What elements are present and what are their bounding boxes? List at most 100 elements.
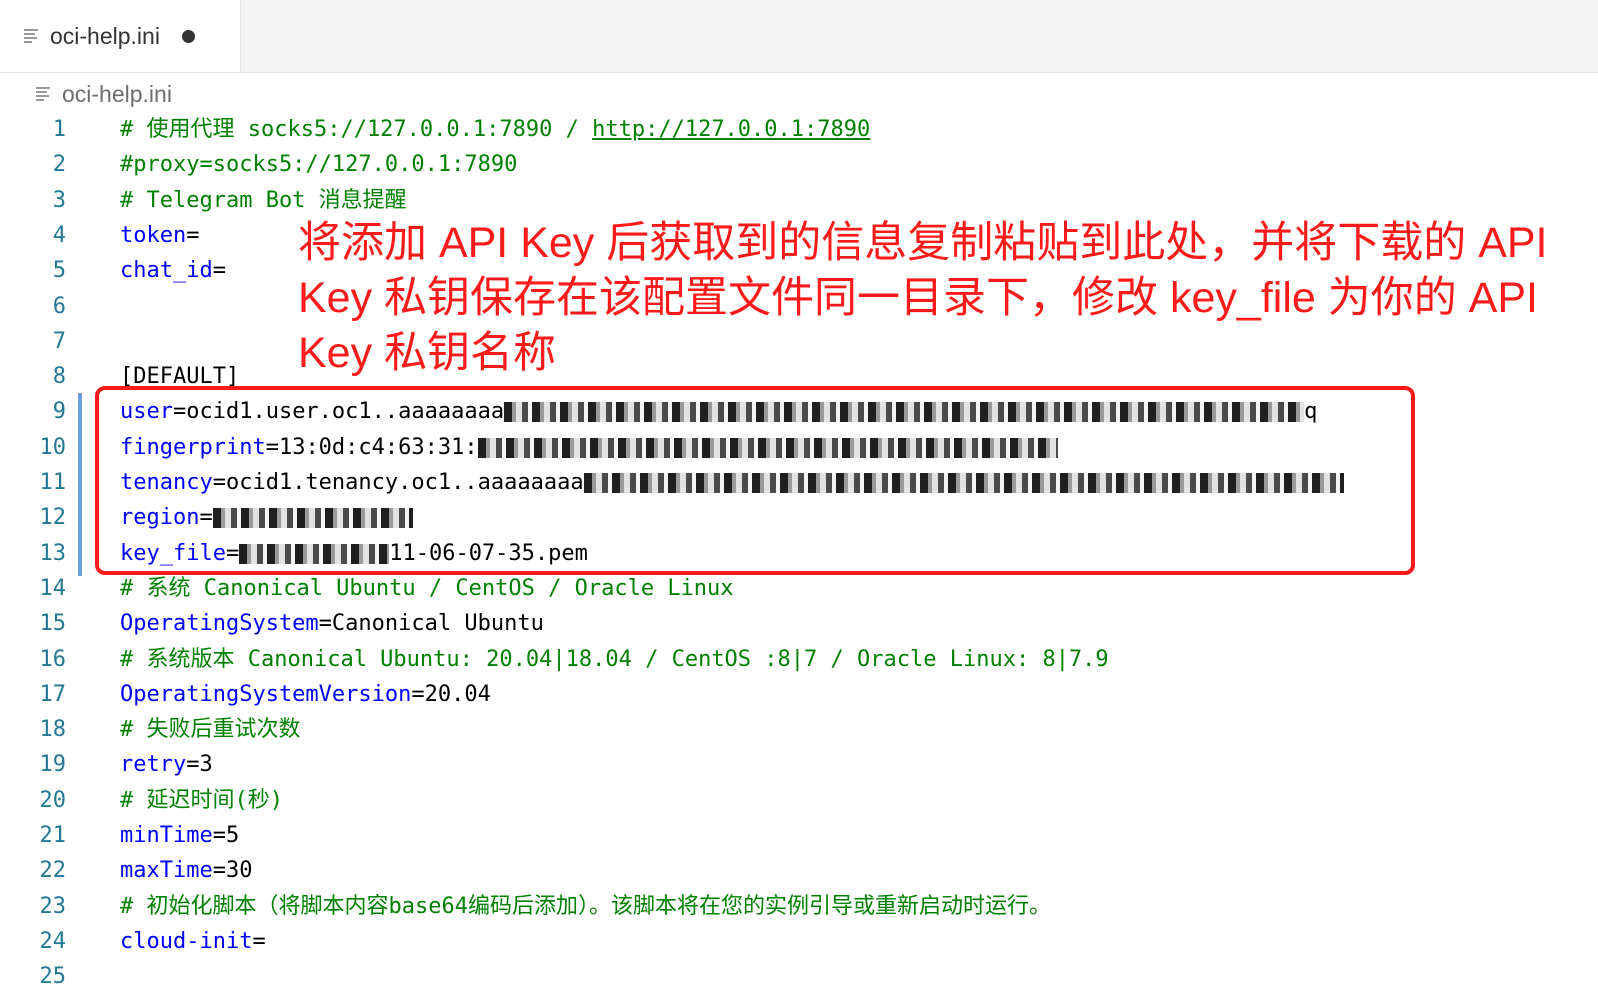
line-number: 21 [39, 823, 67, 848]
code-line[interactable]: 23 # 初始化脚本（将脚本内容base64编码后添加）。该脚本将在您的实例引导或… [0, 889, 1598, 924]
line-number: 4 [52, 222, 66, 248]
line-number: 20 [39, 787, 67, 813]
line-content: # 系统 Canonical Ubuntu / CentOS / Oracle … [120, 571, 734, 606]
config-key: region [120, 505, 200, 531]
redacted-value [583, 473, 1344, 493]
line-content: # 失败后重试次数 [120, 712, 301, 747]
redacted-value [504, 402, 1305, 423]
config-key: retry [120, 752, 187, 778]
code-line[interactable]: 25 [0, 959, 1598, 994]
line-number: 7 [52, 328, 66, 354]
config-key: token [120, 222, 187, 248]
config-value: = [199, 505, 213, 531]
config-value: =Canonical Ubuntu [318, 611, 544, 637]
line-content: token= [120, 218, 199, 253]
config-value: =20.04 [411, 681, 491, 707]
config-key: OperatingSystemVersion [120, 681, 412, 707]
line-number: 16 [39, 646, 67, 672]
code-line[interactable]: 14 # 系统 Canonical Ubuntu / CentOS / Oracl… [0, 571, 1598, 606]
code-line[interactable]: 17 OperatingSystemVersion=20.04 [0, 677, 1598, 712]
line-number: 24 [39, 928, 67, 954]
unsaved-dot-icon[interactable] [181, 29, 195, 43]
code-line[interactable]: 20 # 延迟时间(秒) [0, 783, 1598, 818]
code-line[interactable]: 22 maxTime=30 [0, 853, 1598, 888]
config-key: user [120, 399, 173, 425]
code-line[interactable]: 18 # 失败后重试次数 [0, 712, 1598, 747]
config-key: maxTime [120, 858, 213, 884]
line-number: 25 [39, 964, 67, 990]
comment-text: # 初始化脚本（将脚本内容base64编码后添加）。该脚本将在您的实例引导或重新… [120, 893, 1051, 919]
line-content: # 使用代理 socks5://127.0.0.1:7890 / http://… [120, 112, 870, 147]
line-content: #proxy=socks5://127.0.0.1:7890 [120, 147, 517, 182]
comment-text: #proxy=socks5://127.0.0.1:7890 [120, 152, 518, 178]
line-content: region= [120, 500, 413, 535]
config-value: q [1304, 399, 1318, 425]
config-value: = [186, 222, 200, 248]
line-number: 1 [52, 117, 66, 142]
code-line[interactable]: 2 #proxy=socks5://127.0.0.1:7890 [0, 147, 1598, 182]
code-line[interactable]: 16 # 系统版本 Canonical Ubuntu: 20.04|18.04 /… [0, 642, 1598, 677]
config-value: =13:0d:c4:63:31: [265, 434, 478, 460]
config-value: = [212, 258, 226, 284]
redacted-value [477, 437, 1058, 458]
tab-oci-help-ini[interactable]: oci-help.ini [0, 0, 241, 72]
redacted-value [239, 543, 390, 564]
line-number: 14 [39, 575, 67, 601]
line-number: 17 [39, 681, 67, 707]
comment-text: # 使用代理 socks5://127.0.0.1:7890 / [120, 117, 593, 142]
code-line[interactable]: 9 user=ocid1.user.oc1..aaaaaaaa q [0, 394, 1598, 429]
line-number: 8 [52, 364, 66, 390]
config-key: OperatingSystem [120, 611, 319, 637]
code-line[interactable]: 12 region= [0, 500, 1598, 535]
code-line[interactable]: 24 cloud-init= [0, 924, 1598, 959]
tab-label: oci-help.ini [50, 22, 160, 49]
code-line[interactable]: 11 tenancy=ocid1.tenancy.oc1..aaaaaaaa [0, 465, 1598, 500]
line-content: key_file= 11-06-07-35.pem [120, 536, 588, 571]
config-value: = [225, 540, 240, 566]
file-icon [24, 29, 38, 43]
file-icon [36, 87, 50, 101]
line-content: maxTime=30 [120, 853, 252, 888]
line-content: cloud-init= [120, 924, 266, 959]
breadcrumb[interactable]: oci-help.ini [36, 78, 172, 110]
code-line[interactable]: 3 # Telegram Bot 消息提醒 [0, 183, 1598, 218]
annotation-text: 将添加 API Key 后获取到的信息复制粘贴到此处，并将下载的 API Key… [298, 219, 1548, 377]
code-line[interactable]: 10 fingerprint=13:0d:c4:63:31: [0, 430, 1598, 465]
line-number: 6 [52, 293, 66, 319]
config-value: =ocid1.user.oc1..aaaaaaaa [172, 399, 505, 425]
config-value: = [252, 928, 266, 954]
code-line[interactable]: 15 OperatingSystem=Canonical Ubuntu [0, 606, 1598, 641]
line-number: 19 [39, 752, 67, 778]
line-content: # 系统版本 Canonical Ubuntu: 20.04|18.04 / C… [120, 642, 1109, 677]
config-key: minTime [120, 823, 213, 848]
config-key: fingerprint [120, 434, 266, 460]
config-value: =30 [212, 858, 253, 884]
line-content: fingerprint=13:0d:c4:63:31: [120, 430, 1058, 465]
line-number: 15 [39, 611, 67, 637]
code-line[interactable]: 1 # 使用代理 socks5://127.0.0.1:7890 / http:/… [0, 112, 1598, 147]
code-line[interactable]: 19 retry=3 [0, 747, 1598, 782]
config-key: key_file [120, 540, 226, 566]
comment-text: # 失败后重试次数 [120, 717, 301, 743]
line-number: 2 [52, 152, 66, 178]
line-content: # 初始化脚本（将脚本内容base64编码后添加）。该脚本将在您的实例引导或重新… [120, 889, 1051, 924]
line-number: 18 [39, 717, 67, 743]
code-line[interactable]: 13 key_file= 11-06-07-35.pem [0, 536, 1598, 571]
line-number: 9 [52, 399, 66, 425]
comment-text: # 系统版本 Canonical Ubuntu: 20.04|18.04 / C… [120, 646, 1109, 672]
code-line[interactable]: 21 minTime=5 [0, 818, 1598, 853]
line-content: user=ocid1.user.oc1..aaaaaaaa q [120, 394, 1317, 429]
line-content: [DEFAULT] [120, 359, 239, 394]
line-content: OperatingSystem=Canonical Ubuntu [120, 606, 544, 641]
config-key: chat_id [120, 258, 213, 284]
config-key: tenancy [120, 470, 213, 495]
tab-bar: oci-help.ini [0, 0, 1598, 73]
line-content: minTime=5 [120, 818, 239, 853]
redacted-value [212, 508, 413, 529]
line-content: retry=3 [120, 747, 213, 782]
config-value: =ocid1.tenancy.oc1..aaaaaaaa [212, 470, 584, 495]
config-value: =3 [186, 752, 213, 778]
url-link[interactable]: http://127.0.0.1:7890 [592, 117, 870, 142]
line-content: # 延迟时间(秒) [120, 783, 283, 818]
line-content: chat_id= [120, 253, 226, 288]
